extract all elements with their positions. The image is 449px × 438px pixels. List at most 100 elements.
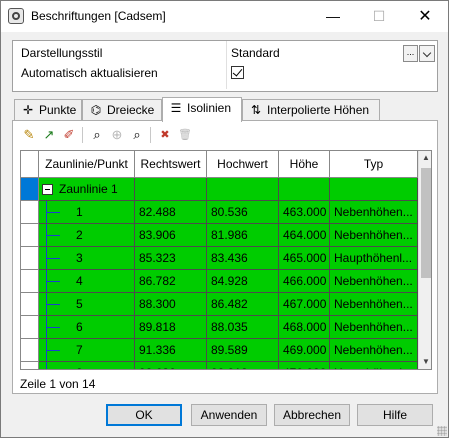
hoehe-cell[interactable]: 463.000 [279,201,330,224]
collapse-icon[interactable] [42,184,53,195]
rechtswert-cell[interactable]: 92.636 [135,362,207,369]
point-cell[interactable]: 8 [39,362,135,369]
rechtswert-cell[interactable]: 88.300 [135,293,207,316]
row-selector[interactable] [21,224,39,247]
hochwert-cell[interactable]: 90.918 [207,362,279,369]
row-selector[interactable] [21,339,39,362]
table-cell[interactable] [135,178,207,201]
hochwert-cell[interactable]: 86.482 [207,293,279,316]
column-header-zaunlinie[interactable]: Zaunlinie/Punkt [39,151,135,178]
minimize-button[interactable]: — [310,1,356,32]
rechtswert-cell[interactable]: 86.782 [135,270,207,293]
point-cell[interactable]: 3 [39,247,135,270]
tab-dreiecke[interactable]: ⌬ Dreiecke [82,99,162,121]
table-row[interactable]: 5 88.300 86.482 467.000 Nebenhöhen... [21,293,418,316]
style-ellipsis-button[interactable]: ... [403,45,418,62]
hochwert-cell[interactable]: 80.536 [207,201,279,224]
table-row[interactable]: 1 82.488 80.536 463.000 Nebenhöhen... [21,201,418,224]
hoehe-cell[interactable]: 465.000 [279,247,330,270]
column-header-hoehe[interactable]: Höhe [279,151,330,178]
typ-cell[interactable]: Haupthöhenl... [330,247,418,270]
point-cell[interactable]: 2 [39,224,135,247]
typ-cell[interactable]: Nebenhöhen... [330,224,418,247]
delete-icon[interactable]: ✖ [155,125,175,145]
rechtswert-cell[interactable]: 83.906 [135,224,207,247]
zoom-to-icon[interactable]: ⌕ [87,125,107,145]
row-selector[interactable] [21,247,39,270]
arrow-label-icon[interactable]: ↗ [39,125,59,145]
table-cell[interactable] [207,178,279,201]
hoehe-cell[interactable]: 466.000 [279,270,330,293]
hoehe-cell[interactable]: 464.000 [279,224,330,247]
close-button[interactable]: ✕ [402,1,448,32]
scroll-thumb[interactable] [421,168,431,278]
scroll-down-icon[interactable]: ▼ [419,355,431,369]
style-value[interactable]: Standard [231,46,280,60]
tab-punkte[interactable]: ✛ Punkte [14,99,82,121]
hochwert-cell[interactable]: 84.928 [207,270,279,293]
row-selector[interactable] [21,293,39,316]
row-selector[interactable] [21,201,39,224]
point-cell[interactable]: 4 [39,270,135,293]
cancel-button[interactable]: Abbrechen [274,404,350,426]
row-selector[interactable] [21,270,39,293]
point-icon: ✛ [22,103,34,117]
hoehe-cell[interactable]: 470.000 [279,362,330,369]
hoehe-cell[interactable]: 469.000 [279,339,330,362]
table-row[interactable]: 3 85.323 83.436 465.000 Haupthöhenl... [21,247,418,270]
resize-grip[interactable] [437,426,447,436]
rechtswert-cell[interactable]: 89.818 [135,316,207,339]
hochwert-cell[interactable]: 88.035 [207,316,279,339]
zoom-all-icon[interactable]: ⌕ [127,125,147,145]
autoupdate-checkbox[interactable] [231,66,244,79]
property-grid: Darstellungsstil Standard ... Automatisc… [12,40,438,92]
typ-cell[interactable]: Nebenhöhen... [330,339,418,362]
table-row-group[interactable]: Zaunlinie 1 [21,178,418,201]
label-tool-icon[interactable]: ✎ [19,125,39,145]
vertical-scrollbar[interactable]: ▲ ▼ [418,151,431,369]
point-cell[interactable]: 1 [39,201,135,224]
table-row[interactable]: 2 83.906 81.986 464.000 Nebenhöhen... [21,224,418,247]
apply-button[interactable]: Anwenden [191,404,267,426]
tab-interpolierte-hoehen[interactable]: ⇅ Interpolierte Höhen [242,99,380,121]
scroll-up-icon[interactable]: ▲ [419,151,431,165]
table-row[interactable]: 6 89.818 88.035 468.000 Nebenhöhen... [21,316,418,339]
style-dropdown-button[interactable] [419,45,435,62]
row-selector[interactable] [21,178,39,201]
help-button[interactable]: Hilfe [357,404,433,426]
typ-cell[interactable]: Haupthöhenl... [330,362,418,369]
column-header-rechtswert[interactable]: Rechtswert [135,151,207,178]
group-cell[interactable]: Zaunlinie 1 [39,178,135,201]
rechtswert-cell[interactable]: 82.488 [135,201,207,224]
row-selector[interactable] [21,316,39,339]
column-header-typ[interactable]: Typ [330,151,418,178]
typ-cell[interactable]: Nebenhöhen... [330,201,418,224]
table-row[interactable]: 4 86.782 84.928 466.000 Nebenhöhen... [21,270,418,293]
hoehe-cell[interactable]: 467.000 [279,293,330,316]
hochwert-cell[interactable]: 89.589 [207,339,279,362]
rechtswert-cell[interactable]: 91.336 [135,339,207,362]
row-status: Zeile 1 von 14 [20,377,96,391]
tree-line [46,327,60,328]
table-cell[interactable] [279,178,330,201]
table-row[interactable]: 8 92.636 90.918 470.000 Haupthöhenl... [21,362,418,369]
rechtswert-cell[interactable]: 85.323 [135,247,207,270]
table-row[interactable]: 7 91.336 89.589 469.000 Nebenhöhen... [21,339,418,362]
tab-isolinien[interactable]: ☰ Isolinien [162,97,242,122]
table-cell[interactable] [330,178,418,201]
typ-cell[interactable]: Nebenhöhen... [330,270,418,293]
point-cell[interactable]: 6 [39,316,135,339]
point-cell[interactable]: 5 [39,293,135,316]
typ-cell[interactable]: Nebenhöhen... [330,316,418,339]
tab-label: Punkte [39,103,77,117]
hochwert-cell[interactable]: 81.986 [207,224,279,247]
row-selector[interactable] [21,362,39,369]
hochwert-cell[interactable]: 83.436 [207,247,279,270]
point-cell[interactable]: 7 [39,339,135,362]
ok-button[interactable]: OK [106,404,182,426]
hoehe-cell[interactable]: 468.000 [279,316,330,339]
column-header-hochwert[interactable]: Hochwert [207,151,279,178]
typ-cell[interactable]: Nebenhöhen... [330,293,418,316]
isoline-table[interactable]: Zaunlinie/Punkt Rechtswert Hochwert Höhe… [20,150,432,370]
text-edit-icon[interactable]: ✐ [59,125,79,145]
